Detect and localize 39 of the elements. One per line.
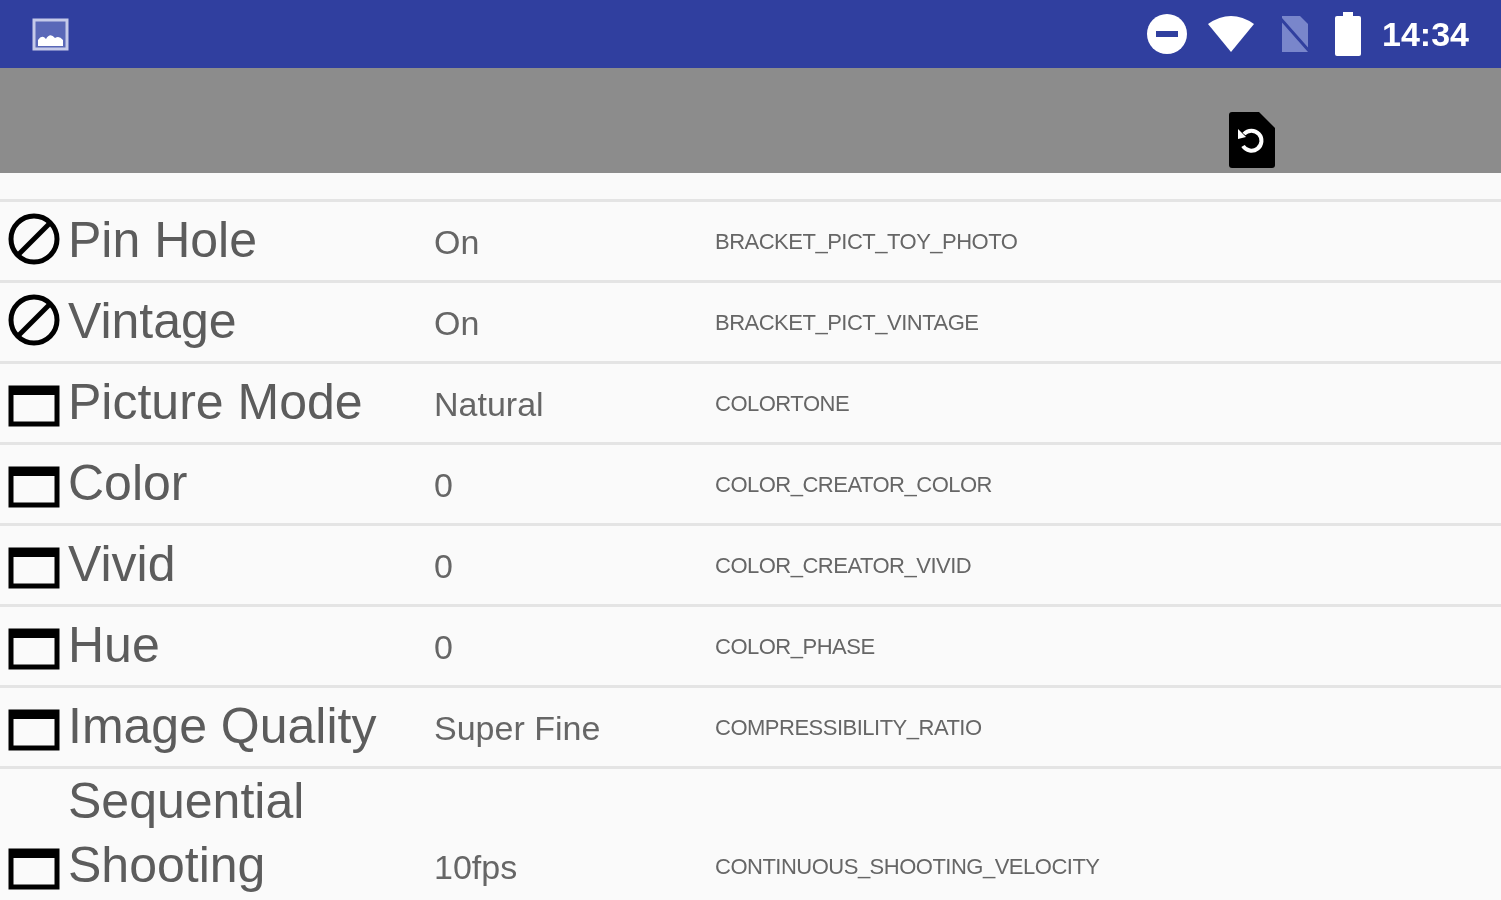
setting-label: Color <box>68 454 189 513</box>
wifi-icon <box>1206 14 1257 54</box>
setting-value: 0 <box>434 546 454 587</box>
setting-label: Image Quality <box>68 697 378 756</box>
setting-value: Natural <box>434 384 545 425</box>
setting-label: Vintage <box>68 292 238 351</box>
battery-icon <box>1334 12 1363 56</box>
window-icon <box>7 627 61 671</box>
setting-label: Pin Hole <box>68 211 258 270</box>
setting-label: Sequential Shooting <box>68 772 306 895</box>
setting-label: Vivid <box>68 535 177 594</box>
setting-value: 0 <box>434 627 454 668</box>
setting-value: 10fps <box>434 847 519 888</box>
window-icon <box>7 384 61 428</box>
setting-key: BRACKET_PICT_TOY_PHOTO <box>715 212 1018 272</box>
setting-key: CONTINUOUS_SHOOTING_VELOCITY <box>715 837 1100 897</box>
reload-file-button[interactable] <box>1229 112 1275 168</box>
setting-value: Super Fine <box>434 708 602 749</box>
setting-key: COLOR_CREATOR_VIVID <box>715 536 972 596</box>
window-icon <box>7 465 61 509</box>
clock-time: 14:34 <box>1382 13 1469 55</box>
setting-value: On <box>434 222 481 263</box>
image-icon <box>32 17 69 51</box>
blocked-icon <box>7 212 61 266</box>
do-not-disturb-icon <box>1146 13 1189 55</box>
window-icon <box>7 546 61 590</box>
setting-value: On <box>434 303 481 344</box>
setting-key: COLOR_PHASE <box>715 617 875 677</box>
setting-key: COMPRESSIBILITY_RATIO <box>715 698 982 758</box>
setting-label: Picture Mode <box>68 373 364 432</box>
setting-key: BRACKET_PICT_VINTAGE <box>715 293 979 353</box>
file-refresh-icon <box>1229 112 1275 168</box>
setting-label: Hue <box>68 616 161 675</box>
setting-key: COLOR_CREATOR_COLOR <box>715 455 992 515</box>
window-icon <box>7 847 61 891</box>
setting-value: 0 <box>434 465 454 506</box>
blocked-icon <box>7 293 61 347</box>
window-icon <box>7 708 61 752</box>
setting-key: COLORTONE <box>715 374 850 434</box>
